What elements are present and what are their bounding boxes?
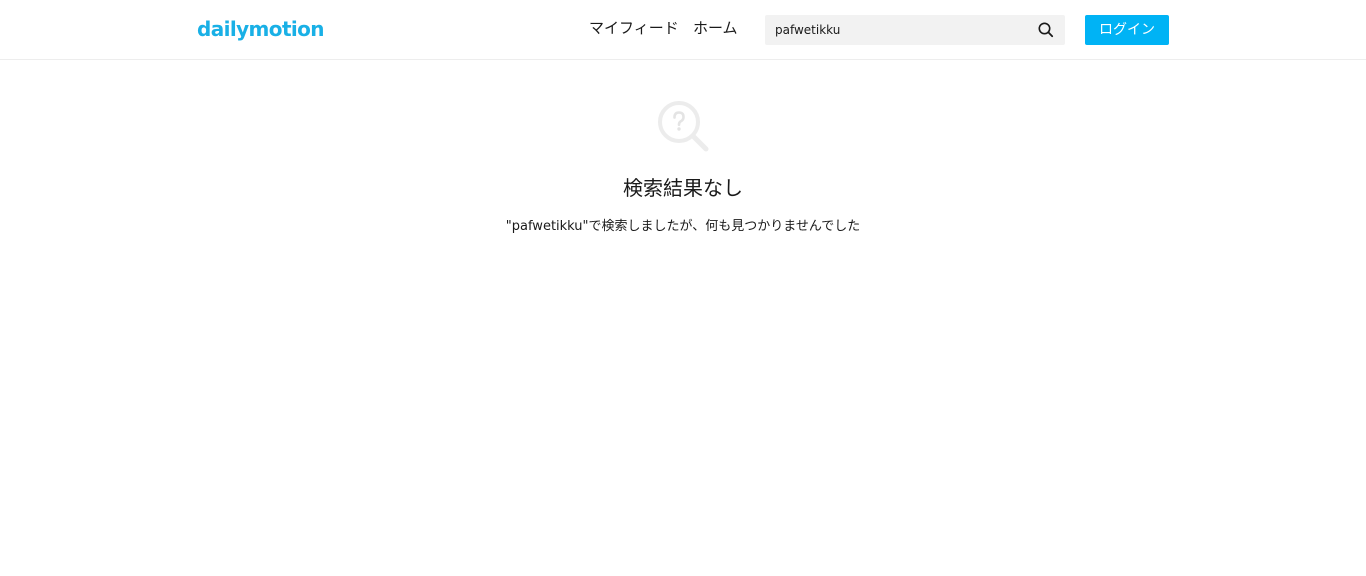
nav-home[interactable]: ホーム xyxy=(693,18,738,38)
search-question-icon xyxy=(658,101,709,152)
no-results-message: "pafwetikku"で検索しましたが、何も見つかりませんでした xyxy=(505,219,861,234)
top-header: dailymotion マイフィード ホーム ログイン xyxy=(0,0,1366,60)
search-icon xyxy=(1038,22,1054,38)
search-button[interactable] xyxy=(1035,20,1057,40)
no-results-title: 検索結果なし xyxy=(623,176,743,200)
search-bar xyxy=(765,15,1065,45)
login-button[interactable]: ログイン xyxy=(1085,15,1169,45)
search-input[interactable] xyxy=(765,15,1030,45)
dailymotion-logo[interactable]: dailymotion xyxy=(197,16,325,42)
nav-my-feed[interactable]: マイフィード xyxy=(589,18,679,38)
